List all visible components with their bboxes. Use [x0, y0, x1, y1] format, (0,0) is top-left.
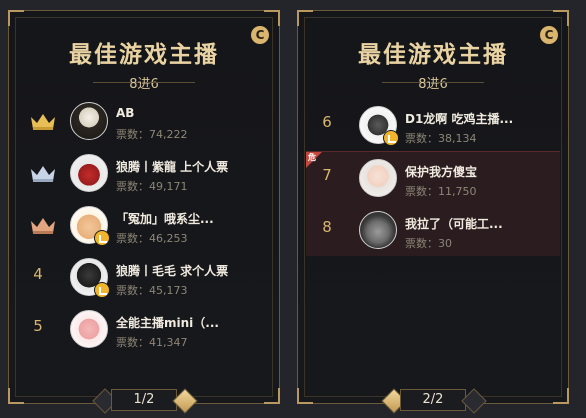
streamer-row[interactable]: AB 票数：74,222: [17, 95, 271, 147]
panel-title: 最佳游戏主播: [358, 42, 508, 68]
vote-count: 票数：30: [405, 237, 452, 250]
streamer-name[interactable]: D1龙啊 吃鸡主播...: [405, 110, 555, 127]
vote-count: 票数：49,171: [116, 180, 188, 193]
bronze-crown-icon: [31, 218, 55, 234]
vote-count: 票数：45,173: [116, 284, 188, 297]
ranking-panel-2: C 最佳游戏主播 8进6 6 D1龙啊 吃鸡主播... 票数：38,134 危 …: [297, 10, 569, 414]
streamer-name[interactable]: 狼腾丨紫龍 上个人票: [116, 158, 266, 175]
vote-count: 票数：11,750: [405, 185, 477, 198]
gold-crown-icon: [31, 114, 55, 130]
streamer-row[interactable]: 危 7 保护我方傻宝 票数：11,750: [306, 151, 560, 204]
page-number: 1/2: [133, 392, 155, 407]
live-badge-icon: [383, 130, 399, 146]
streamer-name[interactable]: 全能主播mini（...: [116, 314, 266, 331]
streamer-row[interactable]: 「冤加」哦系尘... 票数：46,253: [17, 199, 271, 251]
warning-tag-label: 危: [308, 153, 316, 162]
rank-number: 7: [322, 166, 332, 184]
panel-subtitle: 8进6: [418, 77, 448, 92]
streamer-row[interactable]: 8 我拉了（可能工... 票数：30: [306, 204, 560, 256]
page-indicator: 1/2: [111, 389, 177, 411]
page-number: 2/2: [422, 392, 444, 407]
pagination: 2/2: [298, 388, 568, 414]
panel-title: 最佳游戏主播: [69, 42, 219, 68]
ranking-panel-1: C 最佳游戏主播 8进6 AB 票数：74,222 狼腾丨紫龍 上个人票 票数：…: [8, 10, 280, 414]
rank-number: 8: [322, 218, 332, 236]
avatar[interactable]: [359, 159, 397, 197]
streamer-name[interactable]: 我拉了（可能工...: [405, 215, 555, 232]
divider: [147, 82, 195, 83]
live-badge-icon: [94, 230, 110, 246]
avatar[interactable]: [70, 154, 108, 192]
vote-count: 票数：41,347: [116, 336, 188, 349]
corner-ornament: [297, 10, 313, 26]
vote-count: 票数：46,253: [116, 232, 188, 245]
corner-ornament: [264, 10, 280, 26]
streamer-row[interactable]: 狼腾丨紫龍 上个人票 票数：49,171: [17, 147, 271, 199]
streamer-name[interactable]: 保护我方傻宝: [405, 163, 555, 180]
corner-ornament: [553, 10, 569, 26]
avatar[interactable]: [359, 211, 397, 249]
streamer-name[interactable]: 「冤加」哦系尘...: [116, 210, 266, 227]
rank-number: 6: [322, 113, 332, 131]
streamer-name[interactable]: AB: [116, 106, 266, 120]
vote-count: 票数：74,222: [116, 128, 188, 141]
streamer-name[interactable]: 狼腾丨毛毛 求个人票: [116, 262, 266, 279]
divider: [436, 82, 484, 83]
streamer-row[interactable]: 5 全能主播mini（... 票数：41,347: [17, 303, 271, 355]
rank-number: 5: [33, 317, 43, 335]
streamer-row[interactable]: 4 狼腾丨毛毛 求个人票 票数：45,173: [17, 251, 271, 303]
page-indicator: 2/2: [400, 389, 466, 411]
corner-ornament: [8, 10, 24, 26]
silver-crown-icon: [31, 166, 55, 182]
vote-count: 票数：38,134: [405, 132, 477, 145]
streamer-row[interactable]: 6 D1龙啊 吃鸡主播... 票数：38,134: [306, 99, 560, 151]
panel-subtitle: 8进6: [129, 77, 159, 92]
avatar[interactable]: [70, 310, 108, 348]
avatar[interactable]: [70, 102, 108, 140]
live-badge-icon: [94, 282, 110, 298]
pagination: 1/2: [9, 388, 279, 414]
rank-number: 4: [33, 265, 43, 283]
